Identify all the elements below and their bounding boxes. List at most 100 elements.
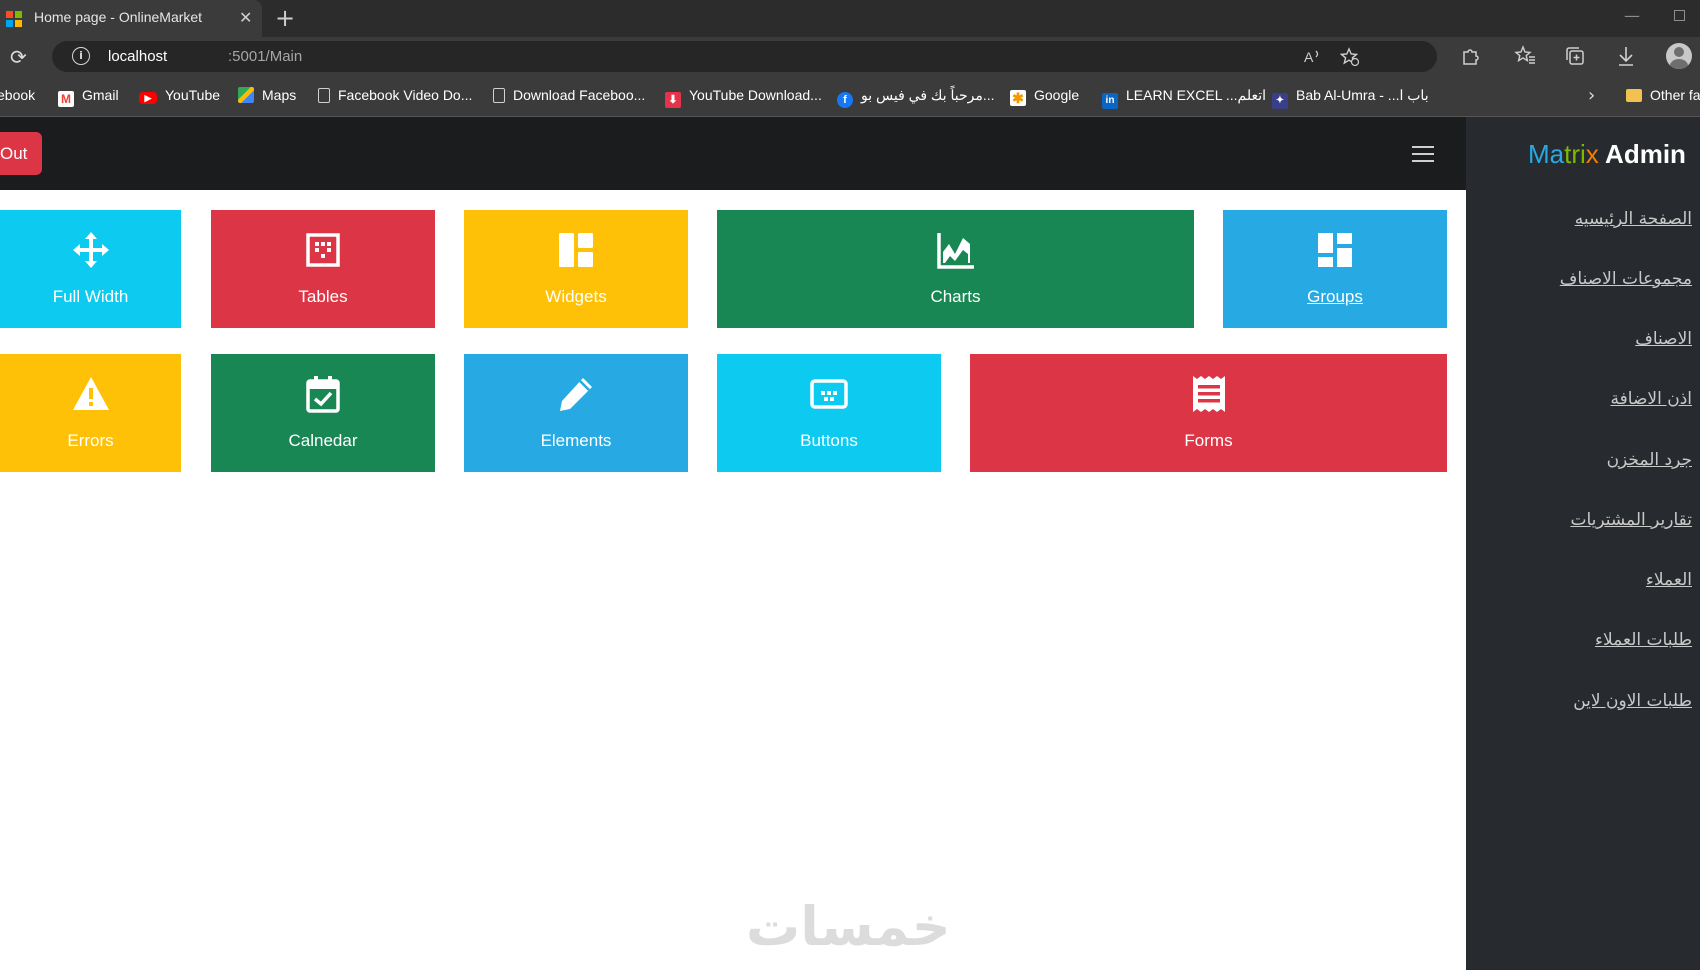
bookmark-learn-excel[interactable]: in LEARN EXCEL ...اتعلم xyxy=(1102,87,1266,109)
sidebar-item-online-orders[interactable]: طلبات الاون لاين xyxy=(1573,691,1692,711)
bookmark-label: Maps xyxy=(262,87,297,103)
brand-part: Admin xyxy=(1598,139,1686,169)
browser-tabbar: Home page - OnlineMarket ✕ + — xyxy=(0,0,1700,37)
site-info-icon[interactable]: i xyxy=(72,47,90,65)
bookmark-label: Facebook Video Do... xyxy=(338,87,473,103)
bookmark-youtube-download[interactable]: ⬇ YouTube Download... xyxy=(665,87,822,108)
new-tab-button[interactable]: + xyxy=(275,4,295,32)
tile-label: Calnedar xyxy=(288,431,358,450)
bookmark-label: Google xyxy=(1034,87,1080,103)
bookmark-maps[interactable]: Maps xyxy=(238,87,296,105)
folder-icon xyxy=(1626,89,1642,102)
warning-triangle-icon xyxy=(72,377,109,410)
favorites-icon[interactable] xyxy=(1514,45,1536,67)
sidebar-item-items[interactable]: الاصناف xyxy=(1635,329,1692,349)
bookmark-other-favorites[interactable]: Other fa xyxy=(1626,87,1700,105)
tile-label: Groups xyxy=(1307,287,1363,306)
tile-calendar[interactable]: Calnedar xyxy=(211,354,435,472)
menu-toggle-icon[interactable] xyxy=(1412,146,1434,162)
tile-label: Full Width xyxy=(52,287,129,306)
tile-buttons[interactable]: Buttons xyxy=(717,354,941,472)
tile-label: Errors xyxy=(67,431,114,450)
url-path: :5001/Main xyxy=(228,48,303,65)
bookmark-download-facebook[interactable]: Download Faceboo... xyxy=(493,87,645,105)
sidebar-item-customers[interactable]: العملاء xyxy=(1646,570,1692,590)
google-icon: ✱ xyxy=(1010,90,1026,106)
bookmark-facebook[interactable]: ebook xyxy=(0,87,35,105)
widgets-layout-icon xyxy=(559,233,593,267)
tile-label: Buttons xyxy=(800,431,858,450)
bookmark-label: مرحباً بك في فيس بو... xyxy=(861,87,995,103)
windows-logo-icon xyxy=(6,11,22,27)
restore-window-button[interactable] xyxy=(1674,10,1685,21)
brand-part: tri xyxy=(1564,139,1586,169)
close-tab-icon[interactable]: ✕ xyxy=(239,8,252,27)
sidebar-item-home[interactable]: الصفحة الرئيسيه xyxy=(1575,209,1692,229)
bookmark-youtube[interactable]: ▶ YouTube xyxy=(139,87,220,105)
sidebar: Matrix Admin الصفحة الرئيسيه مجموعات الا… xyxy=(1466,117,1700,970)
profile-avatar[interactable] xyxy=(1666,43,1692,69)
url-host: localhost xyxy=(108,48,168,65)
youtube-icon: ▶ xyxy=(139,92,157,104)
tile-full-width[interactable]: Full Width xyxy=(0,210,181,328)
tile-label: Forms xyxy=(1184,431,1233,450)
bookmark-label: YouTube xyxy=(165,87,221,103)
brand-part: Ma xyxy=(1528,139,1565,169)
app-topbar: Out xyxy=(0,117,1466,190)
screen: Home page - OnlineMarket ✕ + — ⟳ i local… xyxy=(0,0,1700,970)
extensions-icon[interactable] xyxy=(1460,46,1480,66)
sidebar-item-category-groups[interactable]: مجموعات الاصناف xyxy=(1560,269,1692,289)
tab-title: Home page - OnlineMarket xyxy=(34,9,203,25)
logout-button[interactable]: Out xyxy=(0,132,42,175)
sidebar-item-customer-orders[interactable]: طلبات العملاء xyxy=(1595,630,1692,650)
bookmark-label: Download Faceboo... xyxy=(513,87,646,103)
read-aloud-icon[interactable]: A xyxy=(1304,48,1322,66)
tile-elements[interactable]: Elements xyxy=(464,354,688,472)
tile-charts[interactable]: Charts xyxy=(717,210,1194,328)
bookmarks-bar: ebook M Gmail ▶ YouTube Maps Facebook Vide… xyxy=(0,75,1700,117)
add-favorite-icon[interactable] xyxy=(1340,47,1360,67)
watermark-text: خمسات xyxy=(746,895,951,958)
sidebar-item-addition-permit[interactable]: اذن الاضافة xyxy=(1611,389,1692,409)
linkedin-icon: in xyxy=(1102,93,1118,109)
sidebar-item-purchase-reports[interactable]: تقارير المشتريات xyxy=(1570,510,1692,530)
bookmark-label: Other fa xyxy=(1650,87,1700,103)
pencil-icon xyxy=(560,378,592,411)
page-icon xyxy=(318,88,330,103)
brand-logo[interactable]: Matrix Admin xyxy=(1528,139,1686,170)
brand-part: x xyxy=(1585,139,1599,169)
browser-tab[interactable]: Home page - OnlineMarket ✕ xyxy=(0,0,262,37)
bookmark-bab-al-umra[interactable]: ✦ Bab Al-Umra - ...باب ا xyxy=(1272,87,1429,109)
bookmark-google[interactable]: ✱ Google xyxy=(1010,87,1080,106)
button-dots-icon xyxy=(810,379,848,409)
gmail-icon: M xyxy=(58,91,74,107)
page-icon xyxy=(493,88,505,103)
facebook-icon: f xyxy=(837,92,853,108)
tile-tables[interactable]: Tables xyxy=(211,210,435,328)
bookmark-facebook-arabic[interactable]: f مرحباً بك في فيس بو... xyxy=(837,87,995,108)
tile-widgets[interactable]: Widgets xyxy=(464,210,688,328)
minimize-window-button[interactable]: — xyxy=(1624,6,1640,25)
tile-forms[interactable]: Forms xyxy=(970,354,1447,472)
tile-label: Elements xyxy=(540,431,612,450)
address-bar[interactable]: i localhost :5001/Main A xyxy=(52,41,1437,72)
move-arrows-icon xyxy=(72,232,109,268)
downloads-icon[interactable] xyxy=(1616,45,1636,67)
bookmark-label: Gmail xyxy=(82,87,119,103)
more-bookmarks-chevron-icon[interactable]: › xyxy=(1588,85,1595,106)
receipt-form-icon xyxy=(1192,376,1225,412)
bookmark-label: Bab Al-Umra - ...باب ا xyxy=(1296,87,1429,103)
collections-icon[interactable] xyxy=(1564,45,1586,67)
table-grid-icon xyxy=(306,233,340,267)
tile-label: Widgets xyxy=(545,287,607,306)
browser-toolbar: ⟳ i localhost :5001/Main A xyxy=(0,37,1700,75)
reload-icon[interactable]: ⟳ xyxy=(10,45,27,69)
dashboard-blocks-icon xyxy=(1318,233,1352,267)
bookmark-facebook-video[interactable]: Facebook Video Do... xyxy=(318,87,472,105)
tile-groups[interactable]: Groups xyxy=(1223,210,1447,328)
tile-errors[interactable]: Errors xyxy=(0,354,181,472)
bookmark-gmail[interactable]: M Gmail xyxy=(58,87,119,107)
bookmark-label: ebook xyxy=(0,87,36,103)
sidebar-item-inventory[interactable]: جرد المخزن xyxy=(1607,450,1692,470)
tile-label: Tables xyxy=(298,287,348,306)
